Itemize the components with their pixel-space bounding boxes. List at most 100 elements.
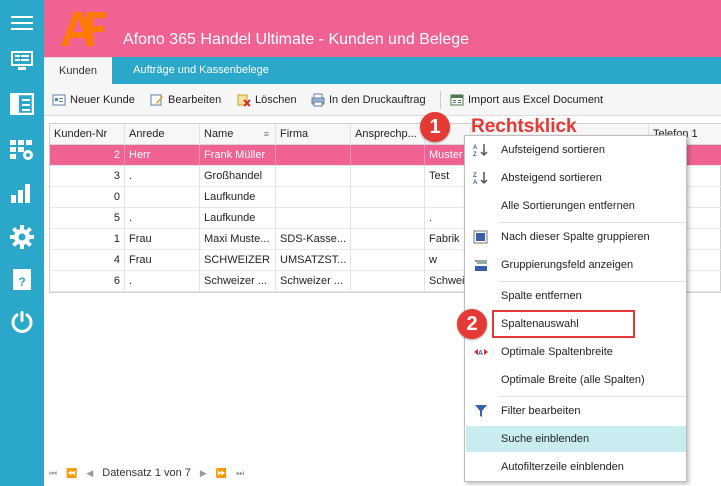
group-panel-icon bbox=[474, 259, 487, 271]
print-icon bbox=[311, 93, 325, 107]
cell-kunden-nr[interactable]: 3 bbox=[50, 166, 125, 187]
menu-item-best-fit-all[interactable]: Optimale Breite (alle Spalten) bbox=[466, 367, 686, 393]
menu-item-edit-filter[interactable]: Filter bearbeiten bbox=[466, 398, 686, 424]
menu-item-show-autofilter-row[interactable]: Autofilterzeile einblenden bbox=[466, 454, 686, 480]
cell-firma[interactable] bbox=[276, 166, 351, 187]
cell-ansprechpartner[interactable] bbox=[351, 187, 425, 208]
bar-chart-icon[interactable] bbox=[0, 176, 44, 210]
gear-icon[interactable] bbox=[0, 220, 44, 254]
cell-ansprechpartner[interactable] bbox=[351, 271, 425, 292]
menu-item-show-search[interactable]: Suche einblenden bbox=[466, 426, 686, 452]
cell-anrede[interactable]: Herr bbox=[125, 145, 200, 166]
svg-text:?: ? bbox=[18, 275, 25, 289]
next-record-icon[interactable]: ▶ bbox=[200, 468, 207, 479]
monitor-icon[interactable] bbox=[0, 44, 44, 78]
import-excel-button[interactable]: Import aus Excel Document bbox=[450, 92, 603, 108]
cell-firma[interactable] bbox=[276, 187, 351, 208]
menu-item-best-fit[interactable]: A Optimale Spaltenbreite bbox=[466, 339, 686, 365]
menu-item-label: Absteigend sortieren bbox=[501, 172, 602, 184]
column-header-name-label: Name bbox=[204, 128, 234, 140]
cell-name[interactable]: Schweizer ... bbox=[200, 271, 276, 292]
prev-page-icon[interactable]: ⏪ bbox=[66, 468, 77, 479]
help-icon[interactable]: ? bbox=[0, 263, 44, 297]
excel-import-icon bbox=[450, 94, 464, 106]
menu-item-sort-descending[interactable]: ZA Absteigend sortieren bbox=[466, 165, 686, 191]
cell-anrede[interactable]: . bbox=[125, 166, 200, 187]
column-header-firma[interactable]: Firma bbox=[276, 124, 351, 145]
group-by-icon bbox=[473, 230, 488, 244]
menu-item-label: Gruppierungsfeld anzeigen bbox=[501, 259, 634, 271]
cell-ansprechpartner[interactable] bbox=[351, 145, 425, 166]
prev-record-icon[interactable]: ◀ bbox=[86, 468, 93, 479]
record-navigator: ⏮ ⏪ ◀ Datensatz 1 von 7 ▶ ⏩ ⏭ bbox=[49, 463, 309, 483]
column-header-ansprechpartner[interactable]: Ansprechp... bbox=[351, 124, 425, 145]
grid-settings-icon[interactable] bbox=[0, 133, 44, 167]
menu-item-show-group-panel[interactable]: Gruppierungsfeld anzeigen bbox=[466, 252, 686, 278]
cell-kunden-nr[interactable]: 5 bbox=[50, 208, 125, 229]
menu-item-label: Suche einblenden bbox=[501, 433, 590, 445]
menu-item-group-by-column[interactable]: Nach dieser Spalte gruppieren bbox=[466, 224, 686, 250]
menu-item-label: Nach dieser Spalte gruppieren bbox=[501, 231, 650, 243]
menu-separator bbox=[499, 281, 685, 282]
menu-item-remove-column[interactable]: Spalte entfernen bbox=[466, 283, 686, 309]
delete-icon bbox=[237, 94, 251, 107]
cell-name[interactable]: Großhandel bbox=[200, 166, 276, 187]
first-record-icon[interactable]: ⏮ bbox=[49, 468, 57, 479]
cell-ansprechpartner[interactable] bbox=[351, 166, 425, 187]
cell-name[interactable]: Laufkunde bbox=[200, 187, 276, 208]
edit-button[interactable]: Bearbeiten bbox=[150, 92, 221, 108]
svg-text:Z: Z bbox=[473, 152, 477, 157]
cell-firma[interactable] bbox=[276, 145, 351, 166]
cell-anrede[interactable]: Frau bbox=[125, 229, 200, 250]
tab-bar: Kunden Aufträge und Kassenbelege bbox=[44, 57, 721, 84]
power-icon[interactable] bbox=[0, 305, 44, 339]
cell-name[interactable]: Laufkunde bbox=[200, 208, 276, 229]
column-header-anrede[interactable]: Anrede bbox=[125, 124, 200, 145]
layout-icon[interactable] bbox=[0, 87, 44, 121]
delete-label: Löschen bbox=[255, 94, 297, 106]
new-customer-label: Neuer Kunde bbox=[70, 94, 135, 106]
cell-firma[interactable]: SDS-Kasse... bbox=[276, 229, 351, 250]
cell-ansprechpartner[interactable] bbox=[351, 208, 425, 229]
new-customer-icon bbox=[52, 94, 66, 106]
sort-descending-icon: ZA bbox=[473, 172, 488, 185]
cell-ansprechpartner[interactable] bbox=[351, 229, 425, 250]
cell-anrede[interactable]: . bbox=[125, 271, 200, 292]
cell-name[interactable]: SCHWEIZER bbox=[200, 250, 276, 271]
tab-kunden[interactable]: Kunden bbox=[44, 57, 112, 84]
cell-name[interactable]: Maxi Muste... bbox=[200, 229, 276, 250]
cell-kunden-nr[interactable]: 2 bbox=[50, 145, 125, 166]
next-page-icon[interactable]: ⏩ bbox=[216, 468, 227, 479]
column-header-name[interactable]: Name ≡ bbox=[200, 124, 276, 145]
filter-icon bbox=[475, 405, 487, 417]
new-customer-button[interactable]: Neuer Kunde bbox=[52, 92, 135, 108]
cell-name[interactable]: Frank Müller bbox=[200, 145, 276, 166]
menu-item-clear-sorting[interactable]: Alle Sortierungen entfernen bbox=[466, 193, 686, 219]
menu-item-sort-ascending[interactable]: AZ Aufsteigend sortieren bbox=[466, 137, 686, 163]
last-record-icon[interactable]: ⏭ bbox=[236, 468, 244, 479]
cell-ansprechpartner[interactable] bbox=[351, 250, 425, 271]
best-fit-icon: A bbox=[474, 349, 488, 357]
cell-kunden-nr[interactable]: 0 bbox=[50, 187, 125, 208]
tab-auftraege[interactable]: Aufträge und Kassenbelege bbox=[116, 57, 286, 84]
print-job-label: In den Druckauftrag bbox=[329, 94, 426, 106]
cell-firma[interactable] bbox=[276, 208, 351, 229]
cell-kunden-nr[interactable]: 6 bbox=[50, 271, 125, 292]
menu-icon[interactable] bbox=[0, 6, 44, 40]
cell-kunden-nr[interactable]: 4 bbox=[50, 250, 125, 271]
column-header-kunden-nr[interactable]: Kunden-Nr bbox=[50, 124, 125, 145]
cell-firma[interactable]: Schweizer ... bbox=[276, 271, 351, 292]
cell-anrede[interactable] bbox=[125, 187, 200, 208]
menu-item-label: Optimale Spaltenbreite bbox=[501, 346, 613, 358]
print-job-button[interactable]: In den Druckauftrag bbox=[311, 92, 426, 108]
step-1-callout: 1 bbox=[420, 112, 450, 142]
menu-item-label: Aufsteigend sortieren bbox=[501, 144, 605, 156]
cell-anrede[interactable]: . bbox=[125, 208, 200, 229]
cell-firma[interactable]: UMSATZST... bbox=[276, 250, 351, 271]
delete-button[interactable]: Löschen bbox=[237, 92, 297, 108]
cell-kunden-nr[interactable]: 1 bbox=[50, 229, 125, 250]
toolbar: Neuer Kunde Bearbeiten Löschen In den Dr… bbox=[44, 84, 721, 116]
menu-item-label: Autofilterzeile einblenden bbox=[501, 461, 624, 473]
sort-ascending-icon: AZ bbox=[473, 144, 488, 157]
cell-anrede[interactable]: Frau bbox=[125, 250, 200, 271]
